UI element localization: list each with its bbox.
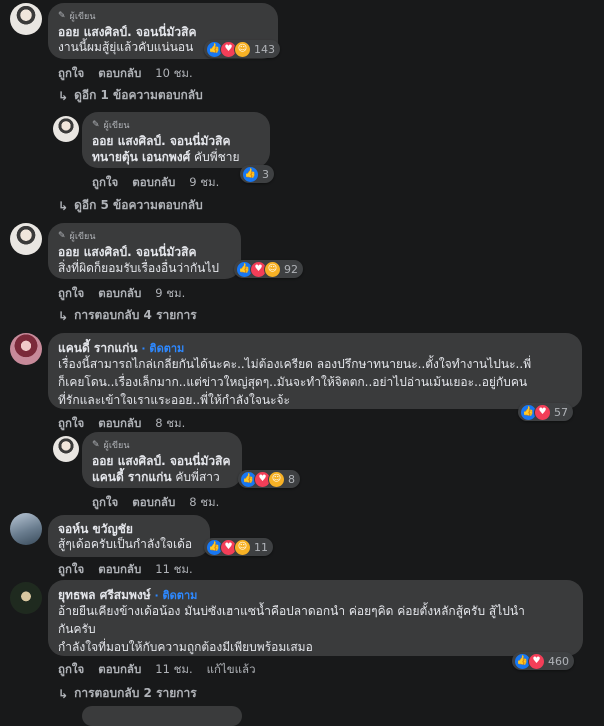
author-badge: ✎ ผู้เขียน <box>92 120 130 131</box>
author-avatar[interactable] <box>53 436 79 462</box>
reply-arrow-icon: ↳ <box>58 308 69 323</box>
love-reaction-icon: ♥ <box>534 403 551 421</box>
comment-actions: ถูกใจ ตอบกลับ 9 ชม. <box>58 285 185 303</box>
comment-text-line: เรื่องนี้สามารถไกล่เกลี่ยกันได้นะคะ..ไม่… <box>58 357 532 371</box>
like-button[interactable]: ถูกใจ <box>92 174 118 192</box>
reaction-count: 92 <box>284 262 298 276</box>
pencil-icon: ✎ <box>58 231 66 241</box>
haha-reaction-icon: ☺ <box>234 538 251 556</box>
comment-text-line: ก็เคยโดน..เรื่องเล็กมาก..แต่ข่าวใหญ่สุดๆ… <box>58 375 528 389</box>
comment-text-line: กำลังใจที่มอบให้กับความถูกต้องมีเพียบพร้… <box>58 640 313 654</box>
reaction-count: 460 <box>548 654 569 668</box>
pencil-icon: ✎ <box>92 120 100 130</box>
pencil-icon: ✎ <box>92 440 100 450</box>
comment-bubble: แคนดี้ รากแก่น · ติดตาม เรื่องนี้สามารถไ… <box>48 333 582 409</box>
author-badge: ✎ ผู้เขียน <box>92 440 130 451</box>
comment-actions: ถูกใจ ตอบกลับ 8 ชม. <box>92 494 219 512</box>
timestamp[interactable]: 11 ชม. <box>155 561 192 579</box>
comment-bubble: ยุทธพล ศรีสมพงษ์ · ติดตาม อ้ายยืนเคียงข้… <box>48 580 583 656</box>
reaction-summary[interactable]: 👍 ♥ 57 <box>518 403 573 421</box>
author-name[interactable]: แคนดี้ รากแก่น <box>58 341 138 355</box>
like-button[interactable]: ถูกใจ <box>58 561 84 579</box>
reply-button[interactable]: ตอบกลับ <box>98 285 141 303</box>
reaction-summary[interactable]: 👍 ♥ ☺ 92 <box>234 260 303 278</box>
reaction-count: 3 <box>262 167 269 181</box>
author-badge: ✎ ผู้เขียน <box>58 11 96 22</box>
timestamp[interactable]: 10 ชม. <box>155 65 192 83</box>
reply-button[interactable]: ตอบกลับ <box>132 174 175 192</box>
reaction-summary[interactable]: 👍 ♥ ☺ 8 <box>238 470 300 488</box>
timestamp[interactable]: 8 ชม. <box>155 415 185 433</box>
comment-actions: ถูกใจ ตอบกลับ 10 ชม. <box>58 65 193 83</box>
author-avatar[interactable] <box>10 582 42 614</box>
like-reaction-icon: 👍 <box>242 165 259 183</box>
comment-actions: ถูกใจ ตอบกลับ 11 ชม. <box>58 561 193 579</box>
author-avatar[interactable] <box>10 333 42 365</box>
mention-tag[interactable]: ทนายตุ้น เอนกพงศ์ <box>92 150 190 164</box>
like-button[interactable]: ถูกใจ <box>58 661 84 679</box>
edited-label[interactable]: แก้ไขแล้ว <box>207 661 256 679</box>
reaction-count: 143 <box>254 42 275 56</box>
follow-button[interactable]: · ติดตาม <box>155 589 198 602</box>
comment-bubble: ✎ ผู้เขียน ออย แสงศิลป์. จอนนี่มัวสิค แค… <box>82 432 242 488</box>
comment-bubble: จอห์น ขวัญชัย สู้ๆเด้อครับเป็นกำลังใจเด้… <box>48 515 210 557</box>
haha-reaction-icon: ☺ <box>264 260 281 278</box>
haha-reaction-icon: ☺ <box>268 470 285 488</box>
reaction-count: 57 <box>554 405 568 419</box>
comment-actions: ถูกใจ ตอบกลับ 9 ชม. <box>92 174 219 192</box>
reaction-count: 8 <box>288 472 295 486</box>
like-button[interactable]: ถูกใจ <box>58 415 84 433</box>
comment-text: แคนดี้ รากแก่น คับพี่สาว <box>92 470 220 484</box>
comment-text: สู้ๆเด้อครับเป็นกำลังใจเด้อ <box>58 537 193 551</box>
follow-button[interactable]: · ติดตาม <box>141 342 184 355</box>
view-more-replies[interactable]: ↳ การตอบกลับ 2 รายการ <box>58 684 197 703</box>
reaction-summary[interactable]: 👍 ♥ 460 <box>512 652 574 670</box>
reply-button[interactable]: ตอบกลับ <box>98 415 141 433</box>
comment-text: ทนายตุ้น เอนกพงศ์ คับพี่ชาย <box>92 150 240 164</box>
reply-arrow-icon: ↳ <box>58 88 69 103</box>
reaction-summary[interactable]: 👍 3 <box>240 165 274 183</box>
reply-button[interactable]: ตอบกลับ <box>98 561 141 579</box>
comment-actions: ถูกใจ ตอบกลับ 11 ชม. แก้ไขแล้ว <box>58 661 256 679</box>
comment-bubble-partial <box>82 706 242 726</box>
reaction-summary[interactable]: 👍 ♥ ☺ 11 <box>204 538 273 556</box>
like-button[interactable]: ถูกใจ <box>58 285 84 303</box>
view-more-replies[interactable]: ↳ ดูอีก 1 ข้อความตอบกลับ <box>58 86 203 105</box>
haha-reaction-icon: ☺ <box>234 40 251 58</box>
comment-bubble: ✎ ผู้เขียน ออย แสงศิลป์. จอนนี่มัวสิค สิ… <box>48 223 241 279</box>
love-reaction-icon: ♥ <box>528 652 545 670</box>
reply-button[interactable]: ตอบกลับ <box>98 65 141 83</box>
author-avatar[interactable] <box>53 116 79 142</box>
reply-button[interactable]: ตอบกลับ <box>132 494 175 512</box>
reaction-count: 11 <box>254 540 268 554</box>
comment-text-line: ที่รักและเข้าใจเราแระออย..พี่ให้กำลังใจน… <box>58 393 290 407</box>
mention-tag[interactable]: แคนดี้ รากแก่น <box>92 470 172 484</box>
author-badge: ✎ ผู้เขียน <box>58 231 96 242</box>
comment-text: สิ่งที่ผิดก็ยอมรับเรื่องอื่นว่ากันไป <box>58 261 220 275</box>
author-name[interactable]: ยุทธพล ศรีสมพงษ์ <box>58 588 151 602</box>
reaction-summary[interactable]: 👍 ♥ ☺ 143 <box>204 40 280 58</box>
reply-arrow-icon: ↳ <box>58 686 69 701</box>
view-more-replies[interactable]: ↳ การตอบกลับ 4 รายการ <box>58 306 197 325</box>
like-button[interactable]: ถูกใจ <box>58 65 84 83</box>
comment-text-line: อ้ายยืนเคียงข้างเด้อน้อง มันบ่ซังเฮาแซน้… <box>58 604 525 618</box>
author-avatar[interactable] <box>10 513 42 545</box>
reply-button[interactable]: ตอบกลับ <box>98 661 141 679</box>
comment-text: งานนี้ผมสู้ยุ่แล้วคับแน่นอน <box>58 40 194 54</box>
comment-actions: ถูกใจ ตอบกลับ 8 ชม. <box>58 415 185 433</box>
pencil-icon: ✎ <box>58 11 66 21</box>
timestamp[interactable]: 9 ชม. <box>189 174 219 192</box>
comment-text-line: กันครับ <box>58 622 96 636</box>
author-avatar[interactable] <box>10 3 42 35</box>
like-button[interactable]: ถูกใจ <box>92 494 118 512</box>
view-more-replies[interactable]: ↳ ดูอีก 5 ข้อความตอบกลับ <box>58 196 203 215</box>
comment-bubble: ✎ ผู้เขียน ออย แสงศิลป์. จอนนี่มัวสิค ทน… <box>82 112 270 168</box>
reply-arrow-icon: ↳ <box>58 198 69 213</box>
timestamp[interactable]: 8 ชม. <box>189 494 219 512</box>
timestamp[interactable]: 11 ชม. <box>155 661 192 679</box>
author-avatar[interactable] <box>10 223 42 255</box>
timestamp[interactable]: 9 ชม. <box>155 285 185 303</box>
